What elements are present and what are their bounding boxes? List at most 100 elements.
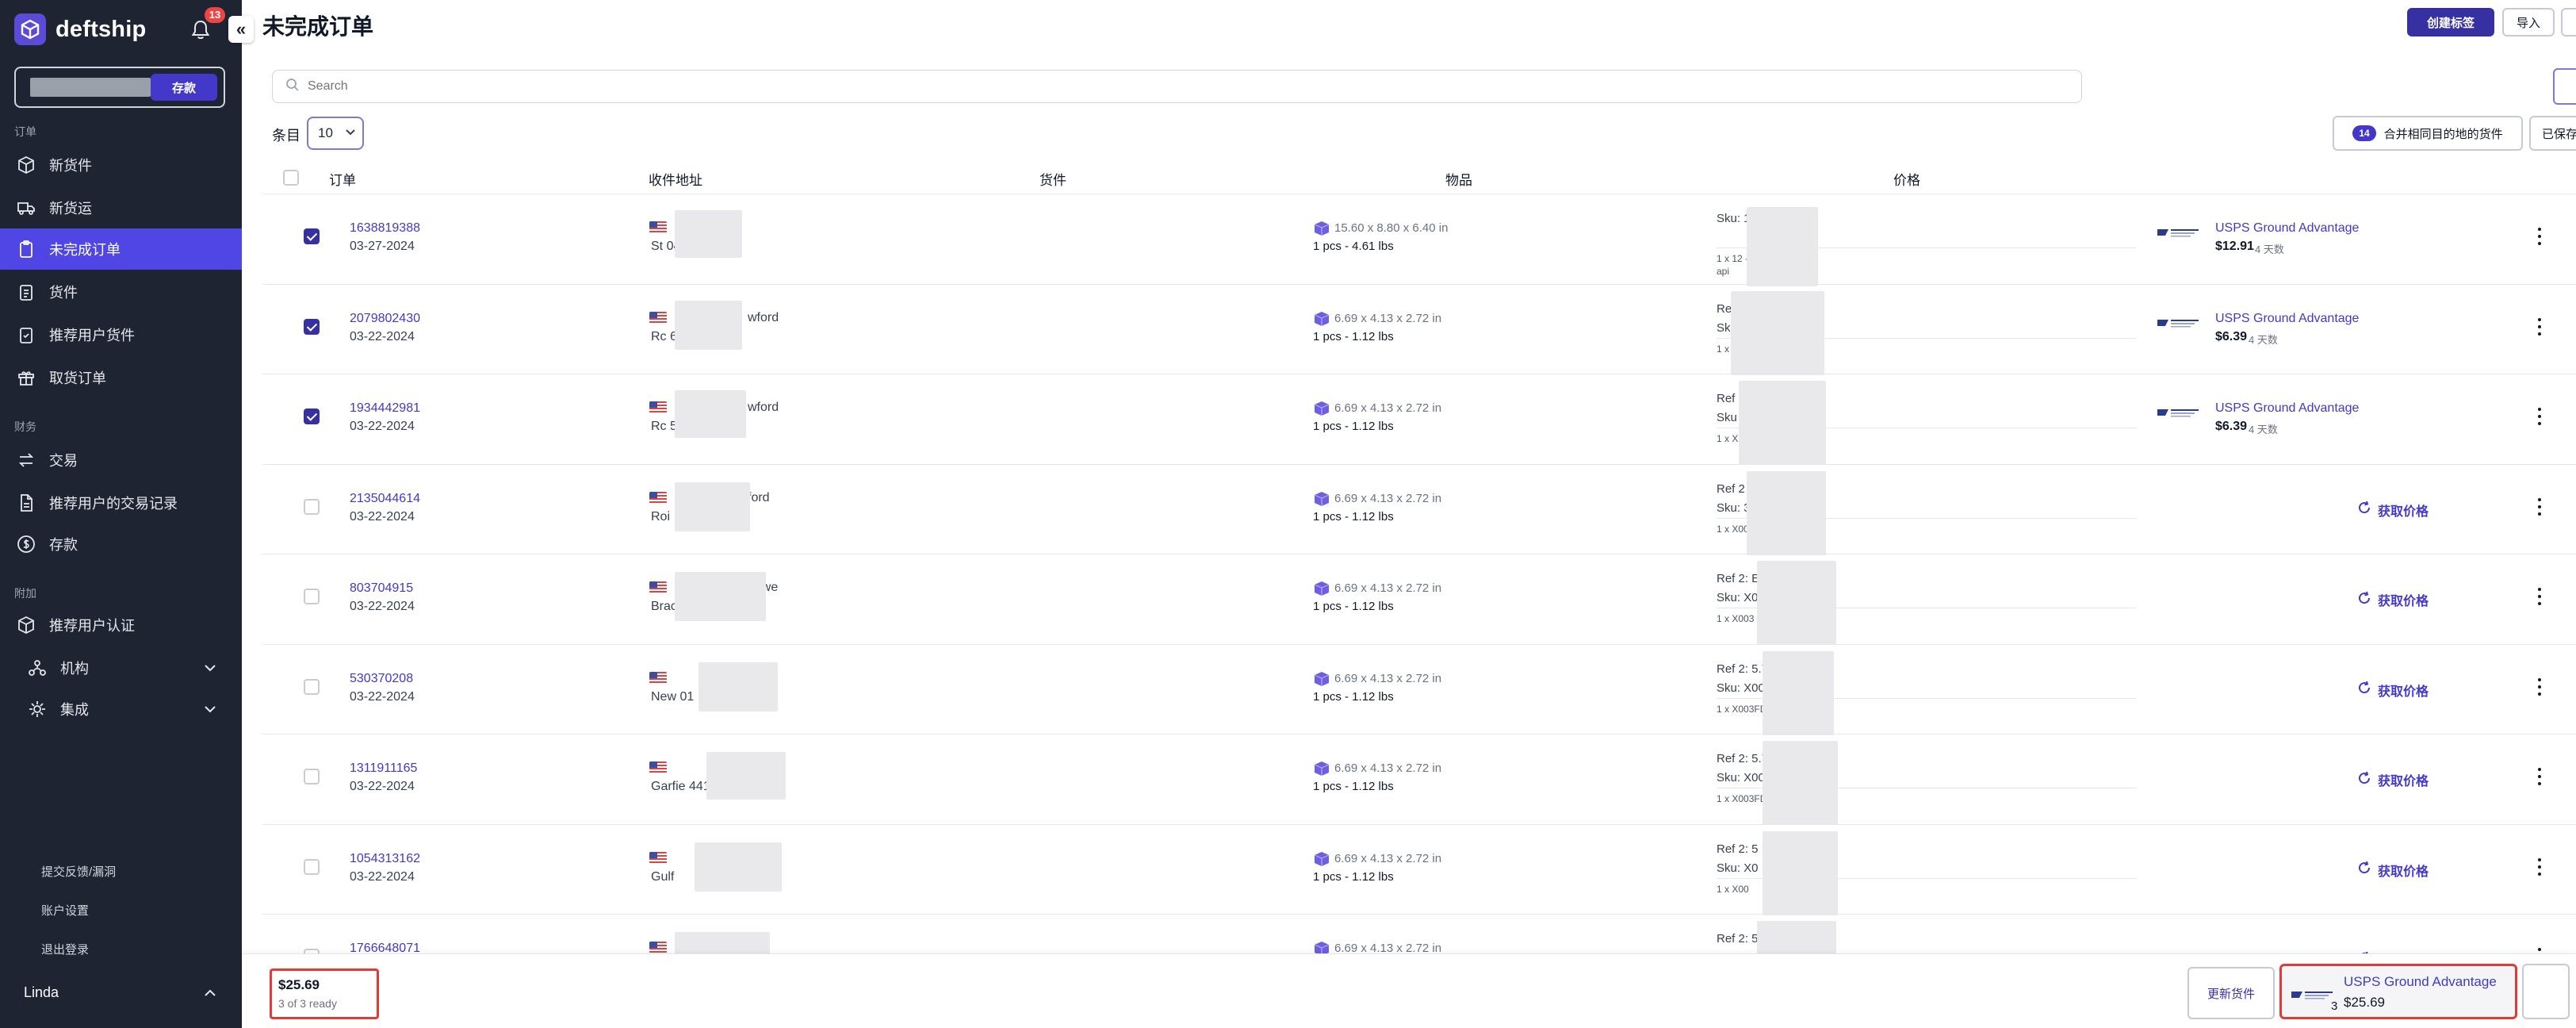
get-price-button[interactable]: 获取价格 — [2357, 501, 2429, 520]
row-checkbox[interactable] — [304, 228, 320, 244]
sidebar-item-deposit[interactable]: 存款 — [0, 524, 242, 565]
user-menu[interactable]: Linda — [0, 972, 242, 1012]
sidebar-item-open-orders[interactable]: 未完成订单 — [0, 228, 242, 270]
column-header-shipment[interactable]: 货件 — [1039, 169, 1066, 189]
select-all-checkbox[interactable] — [283, 170, 299, 186]
get-price-button[interactable]: 获取价格 — [2357, 861, 2429, 880]
sidebar-item-transactions[interactable]: 交易 — [0, 439, 242, 481]
order-id-link[interactable]: 530370208 — [350, 672, 413, 686]
order-id-link[interactable]: 1638819388 — [350, 221, 420, 236]
table-row[interactable]: 80370491503-22-2024LoweBrac6.69 x 4.13 x… — [262, 554, 2576, 645]
order-id-link[interactable]: 1934442981 — [350, 401, 420, 416]
collapse-sidebar-button[interactable]: « — [228, 16, 254, 43]
get-price-button[interactable]: 获取价格 — [2357, 590, 2429, 609]
table-row[interactable]: 2079802430 03-22-2024 wford Rc 6 6.69 x 4.13… — [262, 283, 2576, 375]
order-id-link[interactable]: 1054313162 — [350, 852, 420, 866]
saved-button[interactable]: 已保存 — [2529, 116, 2576, 151]
row-checkbox[interactable] — [304, 318, 320, 335]
order-date: 03-22-2024 — [350, 869, 415, 884]
order-id-link[interactable]: 2135044614 — [350, 492, 420, 506]
merge-shipments-button[interactable]: 14 合并相同目的地的货件 — [2333, 116, 2523, 151]
usps-logo-icon — [2156, 316, 2200, 329]
logout-link[interactable]: 退出登录 — [41, 941, 89, 957]
row-menu-icon[interactable] — [2536, 408, 2543, 425]
order-date: 03-22-2024 — [350, 780, 415, 793]
import-button[interactable]: 导入 — [2502, 8, 2555, 36]
table-row[interactable]: 1054313162 03-22-2024 Gulf 6.69 x 4.13 x 2.… — [262, 823, 2576, 915]
order-id-link[interactable]: 2079802430 — [350, 312, 420, 326]
column-header-price[interactable]: 价格 — [1893, 169, 1920, 189]
get-price-button[interactable]: 获取价格 — [2357, 681, 2429, 700]
create-label-button[interactable]: 创建标签 — [2407, 8, 2494, 36]
table-row[interactable]: 131191116503-22-2024JGarfie 441256.69 x … — [262, 734, 2576, 825]
redacted-block — [1739, 381, 1826, 465]
chevron-down-icon — [344, 125, 357, 142]
sidebar-item-new-freight[interactable]: 新货运 — [0, 187, 242, 228]
sidebar-item-shipments[interactable]: 货件 — [0, 271, 242, 313]
refresh-icon — [2357, 861, 2371, 879]
table-row[interactable]: 1934442981 03-22-2024 wford Rc 5 6.69 x 4.13… — [262, 374, 2576, 465]
row-menu-icon[interactable] — [2536, 768, 2543, 785]
column-header-address[interactable]: 收件地址 — [649, 169, 702, 189]
order-id-link[interactable]: 803704915 — [350, 581, 413, 596]
sidebar-item-referral-transactions[interactable]: 推荐用户的交易记录 — [0, 482, 242, 524]
table-row[interactable]: 1766648071 6.69 x 4.13 x 2.72 in Ref 2: 5 … — [262, 914, 2576, 955]
row-checkbox[interactable] — [304, 678, 320, 695]
sidebar-item-pickup-orders[interactable]: 取货订单 — [0, 357, 242, 398]
redacted-block — [1763, 650, 1834, 735]
service-name-link[interactable]: USPS Ground Advantage — [2215, 401, 2359, 416]
row-menu-icon[interactable] — [2536, 228, 2543, 245]
account-settings-link[interactable]: 账户设置 — [41, 902, 89, 919]
row-menu-icon[interactable] — [2536, 588, 2543, 605]
order-id-link[interactable]: 1311911165 — [350, 761, 417, 776]
search-input[interactable] — [308, 79, 2052, 94]
selected-service-button[interactable]: 3 USPS Ground Advantage $25.69 — [2279, 964, 2517, 1019]
deposit-button[interactable]: 存款 — [151, 74, 217, 101]
row-menu-icon[interactable] — [2536, 317, 2543, 336]
sidebar-item-referral-shipments[interactable]: 推荐用户货件 — [0, 314, 242, 355]
sidebar-item-label: 货件 — [49, 285, 78, 301]
column-header-order[interactable]: 订单 — [329, 169, 356, 189]
address-line: Rc 5 — [651, 420, 677, 433]
column-header-items[interactable]: 物品 — [1445, 169, 1472, 189]
row-menu-icon[interactable] — [2536, 857, 2543, 876]
document-icon — [16, 493, 36, 513]
sidebar-item-label: 取货订单 — [49, 370, 106, 386]
table-row[interactable]: 530370208 03-22-2024 New 01 6.69 x 4.13 x 2… — [262, 643, 2576, 735]
row-checkbox[interactable] — [304, 589, 320, 604]
feedback-link[interactable]: 提交反馈/漏洞 — [41, 863, 116, 880]
bottom-more-button[interactable] — [2522, 964, 2570, 1019]
row-menu-icon[interactable] — [2536, 497, 2543, 516]
sidebar-item-referral-verification[interactable]: 推荐用户认证 — [0, 604, 242, 646]
sidebar-item-integrations[interactable]: 集成 — [0, 689, 242, 730]
table-row[interactable]: 2135044614 03-22-2024 ford Roi 6.69 x 4.13 x… — [262, 463, 2576, 555]
search-icon — [285, 78, 300, 96]
redacted-block — [699, 662, 778, 712]
merge-label: 合并相同目的地的货件 — [2383, 127, 2503, 141]
sidebar-item-new-shipment[interactable]: 新货件 — [0, 144, 242, 186]
sidebar-item-organization[interactable]: 机构 — [0, 647, 242, 689]
clipboard-list-icon — [16, 282, 36, 302]
us-flag-icon — [649, 221, 667, 233]
get-price-button[interactable]: 获取价格 — [2357, 770, 2429, 789]
table-row[interactable]: 163881938803-27-2024ngSt 04815.60 x 8.80… — [262, 194, 2576, 286]
per-page-select[interactable]: 10 — [307, 117, 364, 150]
row-checkbox[interactable] — [304, 769, 320, 784]
update-shipments-button[interactable]: 更新货件 — [2187, 967, 2275, 1019]
service-name-link[interactable]: USPS Ground Advantage — [2215, 221, 2359, 236]
refresh-icon — [2357, 591, 2371, 609]
item-sku: Sku — [1717, 411, 1737, 424]
selected-count: 3 — [2331, 999, 2338, 1013]
sidebar-item-label: 未完成订单 — [49, 242, 121, 258]
service-name-link[interactable]: USPS Ground Advantage — [2215, 312, 2359, 326]
row-menu-icon[interactable] — [2536, 677, 2543, 696]
us-flag-icon — [649, 491, 667, 504]
row-checkbox[interactable] — [304, 858, 320, 875]
filter-button[interactable] — [2553, 68, 2576, 105]
search-bar[interactable] — [272, 70, 2082, 103]
us-flag-icon — [649, 311, 667, 324]
row-checkbox[interactable] — [304, 498, 320, 515]
brand[interactable]: deftship — [14, 11, 146, 48]
row-checkbox[interactable] — [304, 409, 320, 424]
more-actions-button[interactable] — [2561, 8, 2576, 36]
